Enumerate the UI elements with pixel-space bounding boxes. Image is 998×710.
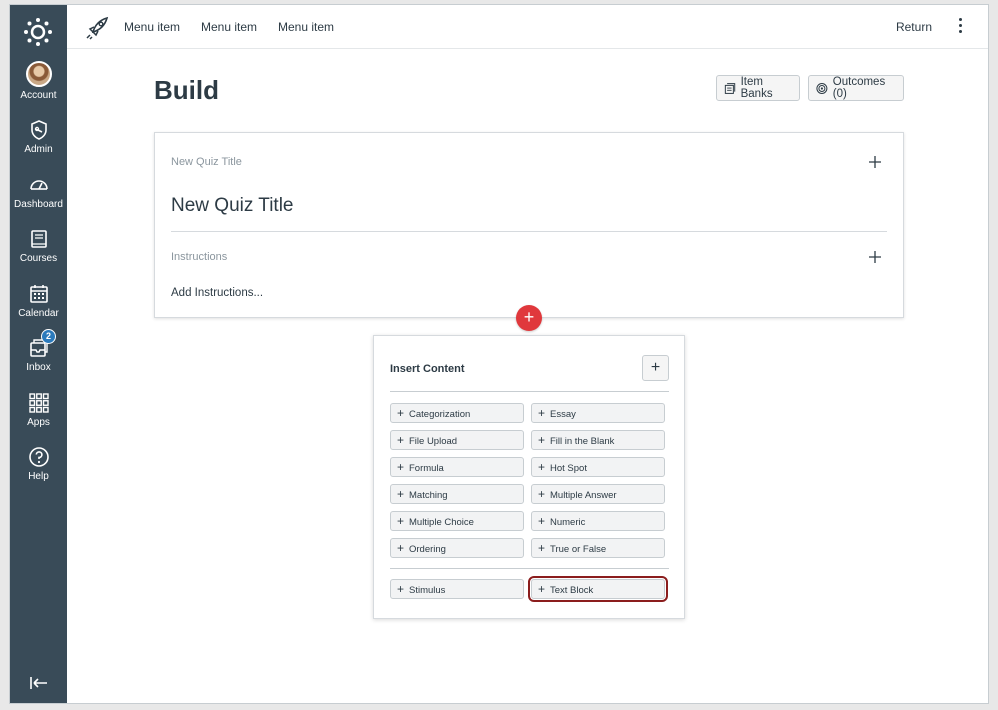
instructions-label: Instructions: [171, 251, 227, 263]
option-fill-in-the-blank[interactable]: +Fill in the Blank: [531, 430, 665, 450]
nav-item-label: Admin: [10, 144, 67, 155]
plus-icon: +: [538, 458, 548, 476]
option-label: Multiple Choice: [409, 517, 474, 528]
option-file-upload[interactable]: +File Upload: [390, 430, 524, 450]
item-banks-icon: [724, 82, 736, 95]
more-options-icon[interactable]: [957, 18, 963, 34]
option-label: File Upload: [409, 436, 457, 447]
nav-item-help[interactable]: Help: [10, 446, 67, 482]
option-label: True or False: [550, 544, 606, 555]
nav-item-label: Calendar: [10, 308, 67, 319]
expand-title-plus-icon[interactable]: [869, 156, 881, 168]
app-window: Account Admin Dashboard Courses: [9, 4, 989, 704]
plus-icon: +: [397, 539, 407, 557]
quiz-title-label: New Quiz Title: [171, 156, 242, 168]
insert-content-plus-button[interactable]: +: [642, 355, 669, 381]
plus-icon: +: [397, 580, 407, 598]
inbox-unread-badge: 2: [41, 329, 56, 344]
plus-icon: +: [538, 512, 548, 530]
option-label: Matching: [409, 490, 448, 501]
instructions-input[interactable]: Add Instructions...: [171, 287, 263, 299]
nav-item-calendar[interactable]: Calendar: [10, 283, 67, 319]
divider: [390, 391, 669, 392]
option-categorization[interactable]: +Categorization: [390, 403, 524, 423]
nav-item-label: Account: [10, 90, 67, 101]
canvas-logo-icon[interactable]: [23, 17, 53, 47]
outcomes-button[interactable]: Outcomes (0): [808, 75, 904, 101]
item-banks-label: Item Banks: [741, 76, 792, 100]
plus-icon: +: [538, 404, 548, 422]
plus-icon: +: [397, 431, 407, 449]
option-essay[interactable]: +Essay: [531, 403, 665, 423]
plus-icon: +: [538, 485, 548, 503]
item-banks-button[interactable]: Item Banks: [716, 75, 800, 101]
option-text-block[interactable]: +Text Block: [531, 579, 665, 599]
dashboard-icon: [28, 174, 50, 196]
option-formula[interactable]: +Formula: [390, 457, 524, 477]
option-multiple-answer[interactable]: +Multiple Answer: [531, 484, 665, 504]
option-multiple-choice[interactable]: +Multiple Choice: [390, 511, 524, 531]
nav-item-label: Apps: [10, 417, 67, 428]
nav-item-label: Dashboard: [10, 199, 67, 210]
nav-item-courses[interactable]: Courses: [10, 228, 67, 264]
nav-item-label: Courses: [10, 253, 67, 264]
nav-item-label: Inbox: [10, 362, 67, 373]
outcomes-icon: [816, 82, 828, 95]
nav-item-account[interactable]: Account: [10, 61, 67, 101]
shield-icon: [28, 119, 50, 141]
menu-item-1[interactable]: Menu item: [124, 20, 180, 34]
insert-content-panel: Insert Content + +Categorization +Essay …: [373, 335, 685, 619]
insert-content-title: Insert Content: [390, 363, 465, 375]
plus-icon: +: [397, 458, 407, 476]
option-hot-spot[interactable]: +Hot Spot: [531, 457, 665, 477]
menu-item-2[interactable]: Menu item: [201, 20, 257, 34]
plus-icon: +: [538, 431, 548, 449]
avatar: [26, 61, 52, 87]
add-content-button[interactable]: +: [516, 305, 542, 331]
menu-item-3[interactable]: Menu item: [278, 20, 334, 34]
option-label: Fill in the Blank: [550, 436, 614, 447]
global-nav-sidebar: Account Admin Dashboard Courses: [10, 5, 67, 703]
rocket-icon: [84, 15, 110, 41]
option-numeric[interactable]: +Numeric: [531, 511, 665, 531]
option-matching[interactable]: +Matching: [390, 484, 524, 504]
book-icon: [28, 228, 50, 250]
plus-icon: +: [397, 512, 407, 530]
nav-item-dashboard[interactable]: Dashboard: [10, 174, 67, 210]
grid-icon: [28, 392, 50, 414]
plus-icon: +: [538, 580, 548, 598]
option-label: Ordering: [409, 544, 446, 555]
nav-item-admin[interactable]: Admin: [10, 119, 67, 155]
option-label: Stimulus: [409, 585, 445, 596]
quiz-title-field[interactable]: New Quiz Title: [171, 195, 293, 217]
nav-item-label: Help: [10, 471, 67, 482]
option-label: Text Block: [550, 585, 593, 596]
divider: [171, 231, 887, 232]
option-label: Numeric: [550, 517, 585, 528]
option-label: Multiple Answer: [550, 490, 617, 501]
option-ordering[interactable]: +Ordering: [390, 538, 524, 558]
option-true-or-false[interactable]: +True or False: [531, 538, 665, 558]
plus-icon: +: [538, 539, 548, 557]
nav-item-apps[interactable]: Apps: [10, 392, 67, 428]
expand-instructions-plus-icon[interactable]: [869, 251, 881, 263]
nav-item-inbox[interactable]: 2 Inbox: [10, 337, 67, 373]
help-icon: [28, 446, 50, 468]
option-label: Formula: [409, 463, 444, 474]
calendar-icon: [28, 283, 50, 305]
plus-icon: +: [397, 485, 407, 503]
quiz-header-card: New Quiz Title New Quiz Title Instructio…: [154, 132, 904, 318]
option-stimulus[interactable]: +Stimulus: [390, 579, 524, 599]
option-label: Hot Spot: [550, 463, 587, 474]
return-link[interactable]: Return: [896, 20, 932, 34]
outcomes-label: Outcomes (0): [833, 76, 896, 100]
page-title: Build: [154, 75, 219, 106]
collapse-icon[interactable]: [29, 675, 49, 691]
top-bar: Menu item Menu item Menu item Return: [67, 5, 988, 49]
option-label: Categorization: [409, 409, 470, 420]
plus-icon: +: [397, 404, 407, 422]
option-label: Essay: [550, 409, 576, 420]
divider: [390, 568, 669, 569]
